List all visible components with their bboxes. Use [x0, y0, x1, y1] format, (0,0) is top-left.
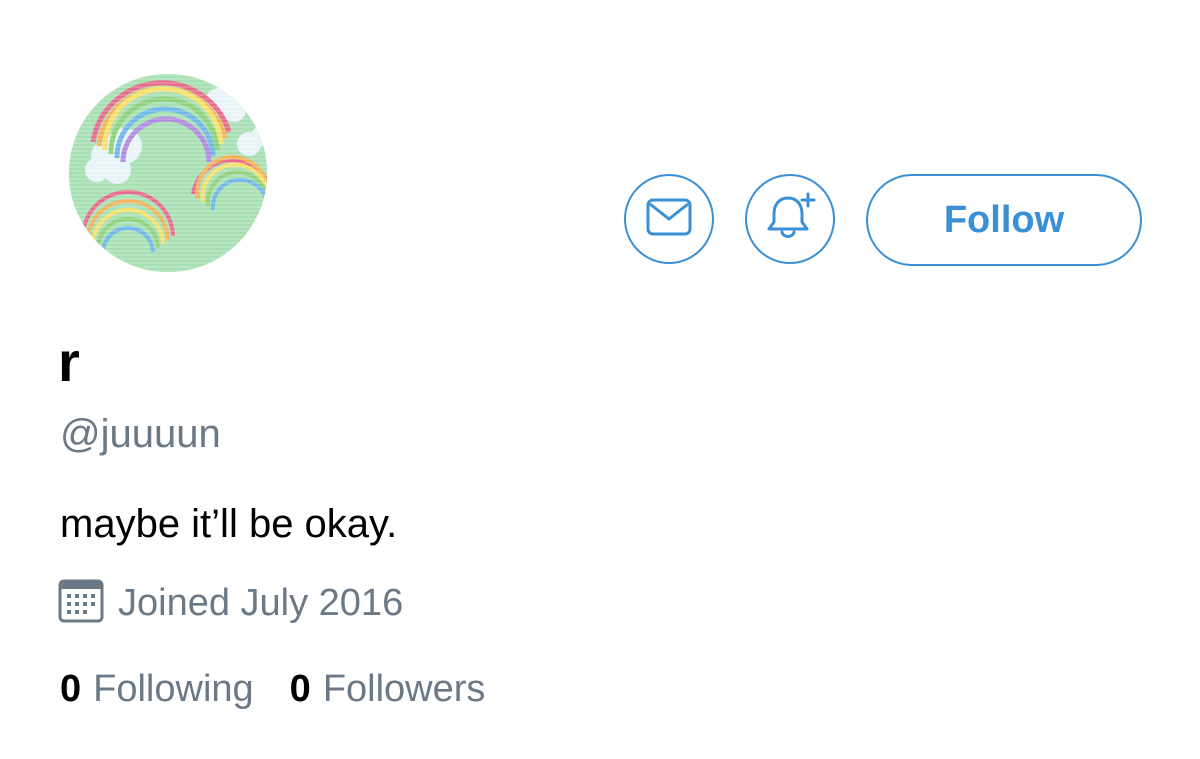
- avatar[interactable]: [69, 74, 267, 272]
- following-stat[interactable]: 0 Following: [60, 664, 254, 714]
- envelope-icon: [645, 197, 693, 242]
- profile-bio: maybe it’ll be okay.: [60, 502, 398, 546]
- bell-plus-icon: [764, 192, 816, 247]
- following-label: Following: [93, 668, 254, 710]
- following-count: 0: [60, 668, 82, 710]
- follow-button[interactable]: Follow: [866, 174, 1142, 266]
- profile-stats: 0 Following 0 Followers: [60, 664, 485, 714]
- display-name: r: [58, 330, 80, 393]
- user-handle: @juuuun: [60, 412, 221, 456]
- followers-stat[interactable]: 0 Followers: [290, 664, 486, 714]
- rainbow-cloud-avatar-image: [69, 74, 267, 272]
- followers-count: 0: [289, 668, 311, 710]
- notify-button[interactable]: [745, 174, 835, 264]
- message-button[interactable]: [624, 174, 714, 264]
- join-date: Joined July 2016: [58, 578, 403, 628]
- calendar-icon: [58, 578, 104, 629]
- followers-label: Followers: [322, 668, 486, 710]
- join-date-label: Joined July 2016: [118, 581, 404, 624]
